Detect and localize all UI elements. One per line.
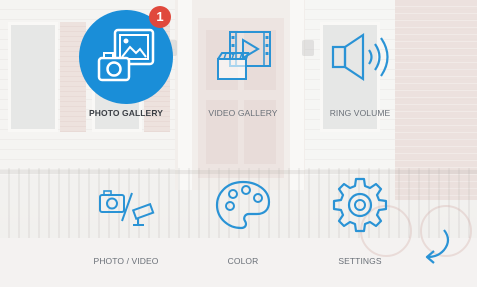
menu-item-label: SETTINGS [338, 256, 382, 266]
menu-item-settings[interactable]: SETTINGS [305, 158, 415, 266]
menu-item-video-gallery[interactable]: VIDEO GALLERY [188, 10, 298, 118]
speaker-volume-icon [331, 32, 389, 82]
menu-item-photo-gallery[interactable]: 1 PHOTO GALLERY [71, 6, 181, 118]
photo-gallery-icon [97, 28, 155, 82]
menu-item-label: RING VOLUME [329, 108, 391, 118]
menu-item-color[interactable]: COLOR [188, 158, 298, 266]
home-screen: 1 PHOTO GALLERY VIDEO GALLERY RING VOLUM… [0, 0, 477, 287]
menu-item-label: COLOR [227, 256, 259, 266]
back-arrow-icon [425, 229, 450, 264]
menu-item-ring-volume[interactable]: RING VOLUME [305, 10, 415, 118]
back-button[interactable] [418, 226, 454, 266]
video-gallery-icon [217, 31, 271, 80]
notification-badge: 1 [149, 6, 171, 28]
menu-item-label: PHOTO GALLERY [88, 108, 164, 118]
photo-gallery-icon-circle: 1 [79, 6, 173, 104]
palette-icon [215, 180, 271, 230]
menu-item-photo-video[interactable]: PHOTO / VIDEO [71, 158, 181, 266]
camera-cctv-icon [99, 190, 155, 226]
menu-item-label: VIDEO GALLERY [208, 108, 278, 118]
gear-icon [332, 177, 388, 233]
menu-item-label: PHOTO / VIDEO [93, 256, 159, 266]
